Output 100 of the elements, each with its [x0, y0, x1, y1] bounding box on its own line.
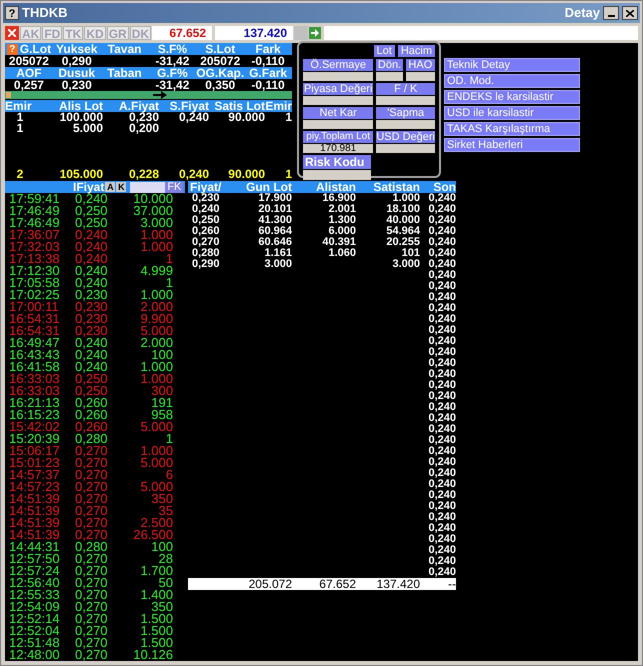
table-cell: 90.000 — [228, 110, 265, 124]
table-cell: 3.000 — [392, 258, 420, 270]
field-label: HAO — [406, 59, 435, 71]
trade-price: 0,260 — [75, 397, 109, 409]
table-cell: 0,240 — [428, 369, 456, 380]
trade-lot: 5.000 — [139, 481, 173, 493]
table-cell: 1.060 — [328, 247, 356, 259]
trade-price: 0,270 — [75, 625, 109, 637]
table-cell: 16.900 — [322, 192, 356, 204]
go-button[interactable] — [309, 27, 322, 39]
menu-item[interactable]: TAKAS Karşılaştırma — [444, 122, 580, 136]
table-cell: 20.255 — [386, 236, 420, 248]
table-cell: 0,240 — [428, 204, 456, 215]
trade-lot: 2.000 — [139, 337, 173, 349]
table-cell: 60.646 — [258, 236, 292, 248]
column-header: Son — [433, 181, 456, 193]
help-icon[interactable]: ? — [6, 44, 18, 54]
trade-lot: 1.500 — [140, 637, 173, 649]
table-cell: 0,240 — [428, 479, 456, 490]
menu-item[interactable]: OD. Mod. — [444, 74, 580, 88]
trade-price: 0,270 — [75, 601, 109, 613]
close-button[interactable] — [622, 6, 638, 20]
trade-time: 17:02:25 — [9, 289, 61, 301]
total-cell: 2 — [16, 167, 24, 181]
trade-time: 14:51:39 — [9, 529, 61, 541]
arrow-icon — [311, 29, 320, 37]
sort-button[interactable]: K — [116, 182, 126, 192]
menu-item[interactable]: Sirket Haberleri — [444, 138, 580, 152]
total-cell: 0,240 — [178, 167, 209, 181]
trade-time: 17:36:07 — [9, 229, 61, 241]
minimize-button[interactable] — [603, 6, 619, 20]
trade-price: 0,230 — [75, 289, 109, 301]
minimize-icon — [608, 15, 614, 17]
toolbar-tab[interactable]: GR — [106, 26, 129, 40]
fk-button[interactable]: FK — [165, 182, 184, 192]
column-header: Dusuk — [58, 67, 96, 79]
trade-lot: 2.500 — [140, 517, 173, 529]
table-cell: 0,240 — [428, 391, 456, 402]
filter-field[interactable] — [130, 182, 166, 192]
column-header: G.Fark — [249, 67, 288, 79]
table-cell: 54.964 — [386, 225, 420, 237]
menu-item[interactable]: USD ile karsilastir — [444, 106, 580, 120]
table-cell: 0,240 — [428, 567, 456, 578]
trade-time: 16:54:31 — [9, 313, 61, 325]
field-label: Piyasa Değeri — [303, 83, 374, 95]
table-cell: 0,270 — [192, 236, 220, 248]
window-subtitle: Detay — [564, 4, 600, 22]
value-field — [303, 96, 374, 105]
table-cell: 0,250 — [192, 214, 220, 226]
trade-time: 14:51:39 — [9, 493, 61, 505]
trade-time: 12:56:40 — [9, 577, 61, 589]
trade-lot: 1.000 — [139, 373, 173, 385]
trade-time: 12:52:04 — [9, 625, 61, 637]
table-cell: 0,240 — [428, 512, 456, 523]
table-cell: 0,240 — [428, 501, 456, 512]
trade-time: 14:57:37 — [9, 469, 61, 481]
table-cell: 0,240 — [428, 237, 456, 248]
trade-price: 0,270 — [75, 481, 109, 493]
toolbar-tab[interactable]: FD — [42, 26, 62, 40]
trade-price: 0,230 — [75, 301, 109, 313]
trade-time: 15:20:39 — [9, 433, 61, 445]
stat-value: -31,42 — [155, 78, 190, 92]
table-cell: 0,240 — [428, 380, 456, 391]
value-field — [376, 72, 403, 81]
trade-time: 16:33:03 — [9, 385, 61, 397]
toolbar-tab[interactable]: AK — [20, 26, 42, 40]
total-cell: 205.072 — [248, 577, 292, 591]
toggle-button[interactable]: Lot — [374, 45, 395, 57]
trade-price: 0,270 — [75, 553, 109, 565]
table-cell: 0,240 — [428, 193, 456, 204]
buy-total-field: 67.652 — [152, 26, 212, 40]
trade-time: 16:15:23 — [9, 409, 61, 421]
menu-item[interactable]: ENDEKS le karsilastir — [444, 90, 580, 104]
trade-lot: 1 — [166, 253, 173, 265]
field-label: Ö.Sermaye — [303, 59, 374, 71]
trade-price: 0,240 — [75, 241, 109, 253]
trade-time: 12:57:50 — [9, 553, 61, 565]
table-cell: 0,240 — [428, 424, 456, 435]
trade-lot: 35 — [158, 505, 173, 517]
table-cell: 0,240 — [428, 281, 456, 292]
toolbar-tab[interactable]: TK — [63, 26, 84, 40]
toolbar-tab[interactable]: DK — [130, 26, 152, 40]
trade-time: 17:59:41 — [9, 193, 61, 205]
column-header: Emir — [265, 100, 292, 112]
sort-button[interactable]: A — [105, 182, 116, 192]
trade-lot: 1.000 — [139, 361, 173, 373]
toggle-button[interactable]: Hacim — [398, 45, 435, 57]
table-cell: 0,240 — [428, 413, 456, 424]
menu-item[interactable]: Teknik Detay — [444, 58, 580, 72]
column-header: A.Fiyat — [118, 100, 159, 112]
field-label: piy.Toplam Lot — [303, 131, 374, 143]
stat-value: 205072 — [200, 54, 240, 68]
trade-price: 0,280 — [75, 541, 109, 553]
toolbar-tab[interactable]: KD — [84, 26, 106, 40]
table-cell: 0,240 — [428, 336, 456, 347]
input-field[interactable] — [324, 26, 638, 40]
column-header: S.Lot — [205, 43, 236, 55]
trade-price: 0,270 — [75, 457, 109, 469]
trade-lot: 1.000 — [139, 241, 173, 253]
trade-lot: 1.000 — [139, 445, 173, 457]
